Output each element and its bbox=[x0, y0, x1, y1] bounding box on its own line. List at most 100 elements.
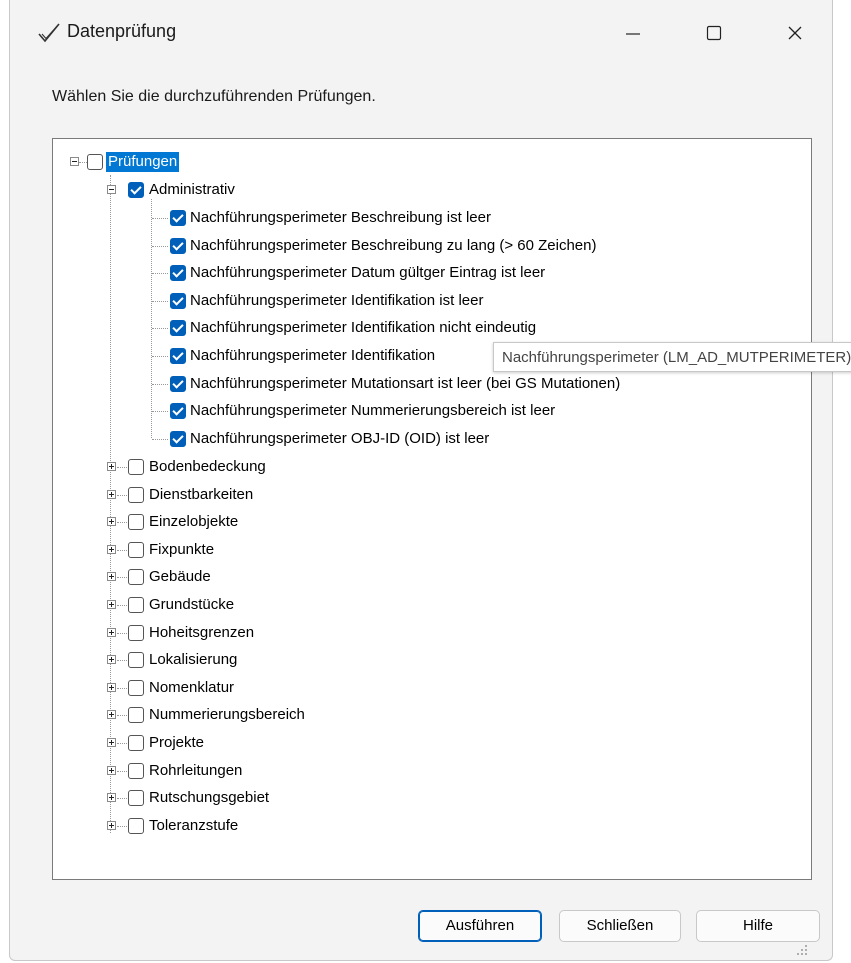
expand-icon[interactable] bbox=[107, 572, 116, 582]
tree-node-label[interactable]: Lokalisierung bbox=[147, 650, 239, 670]
tree-node-category[interactable]: Rutschungsgebiet bbox=[53, 785, 453, 811]
checkbox-category[interactable] bbox=[128, 735, 144, 751]
tree-node-label[interactable]: Rutschungsgebiet bbox=[147, 788, 271, 808]
tree-node-administrativ[interactable]: Administrativ bbox=[53, 177, 353, 203]
checkbox-category[interactable] bbox=[128, 762, 144, 779]
checkbox-check[interactable] bbox=[170, 237, 186, 254]
checkbox-check[interactable] bbox=[170, 265, 186, 282]
tree-leaf-check[interactable]: Nachführungsperimeter Beschreibung zu la… bbox=[53, 233, 753, 259]
tree-leaf-label[interactable]: Nachführungsperimeter OBJ-ID (OID) ist l… bbox=[188, 429, 491, 449]
tree-node-category[interactable]: Gebäude bbox=[53, 564, 453, 590]
maximize-button[interactable] bbox=[691, 14, 737, 52]
checkbox-check[interactable] bbox=[170, 210, 186, 226]
checkbox-category[interactable] bbox=[128, 817, 144, 834]
tree-leaf-label[interactable]: Nachführungsperimeter Datum gültger Eint… bbox=[188, 263, 547, 283]
expand-icon[interactable] bbox=[107, 544, 116, 554]
tree-leaf-check[interactable]: Nachführungsperimeter OBJ-ID (OID) ist l… bbox=[53, 426, 753, 452]
tree-leaf-label[interactable]: Nachführungsperimeter Nummerierungsberei… bbox=[188, 401, 557, 421]
checkbox-check[interactable] bbox=[170, 292, 186, 309]
title-bar[interactable]: Datenprüfung bbox=[10, 0, 832, 64]
close-dialog-button[interactable]: Schließen bbox=[559, 910, 681, 942]
checkbox-category[interactable] bbox=[128, 597, 144, 613]
tree-node-category[interactable]: Projekte bbox=[53, 730, 453, 756]
tree-node-category[interactable]: Grundstücke bbox=[53, 592, 453, 618]
tree-leaf-label[interactable]: Nachführungsperimeter Identifikation ist… bbox=[188, 291, 485, 311]
checkbox-category[interactable] bbox=[128, 790, 144, 807]
tree-leaf-check[interactable]: Nachführungsperimeter Identifikation ist… bbox=[53, 288, 753, 314]
tree-node-label[interactable]: Fixpunkte bbox=[147, 540, 216, 560]
tree-node-category[interactable]: Nummerierungsbereich bbox=[53, 702, 453, 728]
tree-node-label[interactable]: Bodenbedeckung bbox=[147, 457, 268, 477]
tree-leaf-check[interactable]: Nachführungsperimeter Beschreibung ist l… bbox=[53, 205, 753, 231]
tree-node-category[interactable]: Hoheitsgrenzen bbox=[53, 620, 453, 646]
tree-node-label[interactable]: Projekte bbox=[147, 733, 206, 753]
tree-node-category[interactable]: Rohrleitungen bbox=[53, 758, 453, 784]
expand-icon[interactable] bbox=[107, 517, 116, 527]
checkbox-check[interactable] bbox=[170, 430, 186, 447]
tree-node-label[interactable]: Hoheitsgrenzen bbox=[147, 623, 256, 643]
tree-node-category[interactable]: Nomenklatur bbox=[53, 675, 453, 701]
tree-node-label[interactable]: Nummerierungsbereich bbox=[147, 705, 307, 725]
checkbox-category[interactable] bbox=[128, 459, 144, 475]
expand-icon[interactable] bbox=[107, 627, 116, 637]
tree-node-label[interactable]: Dienstbarkeiten bbox=[147, 485, 255, 505]
tree-node-category[interactable]: Bodenbedeckung bbox=[53, 454, 453, 480]
tree-leaf-check[interactable]: Nachführungsperimeter Identifikation nic… bbox=[53, 315, 753, 341]
tree-leaf-label[interactable]: Nachführungsperimeter Mutationsart ist l… bbox=[188, 374, 622, 394]
checkbox-category[interactable] bbox=[128, 624, 144, 641]
run-button[interactable]: Ausführen bbox=[418, 910, 542, 942]
tree-node-label[interactable]: Grundstücke bbox=[147, 595, 236, 615]
checkbox-administrativ[interactable] bbox=[128, 182, 144, 198]
tree-node-category[interactable]: Dienstbarkeiten bbox=[53, 482, 453, 508]
tree-leaf-check[interactable]: Nachführungsperimeter Nummerierungsberei… bbox=[53, 398, 753, 424]
tree-leaf-check[interactable]: Nachführungsperimeter Mutationsart ist l… bbox=[53, 371, 753, 397]
collapse-icon[interactable] bbox=[70, 157, 79, 166]
tree-leaf-label[interactable]: Nachführungsperimeter Beschreibung zu la… bbox=[188, 236, 598, 256]
tree-node-category[interactable]: Fixpunkte bbox=[53, 537, 453, 563]
checkbox-check[interactable] bbox=[170, 348, 186, 364]
tree-node-category[interactable]: Einzelobjekte bbox=[53, 509, 453, 535]
tree-node-category[interactable]: Toleranzstufe bbox=[53, 813, 453, 839]
expand-icon[interactable] bbox=[107, 600, 116, 609]
checkbox-root[interactable] bbox=[87, 154, 103, 170]
checkbox-category[interactable] bbox=[128, 541, 144, 558]
tree-node-label[interactable]: Rohrleitungen bbox=[147, 761, 244, 781]
checks-tree[interactable]: Prüfungen Administrativ Nachführungsperi… bbox=[52, 138, 812, 880]
expand-icon[interactable] bbox=[107, 710, 116, 720]
checkbox-category[interactable] bbox=[128, 679, 144, 696]
minimize-button[interactable] bbox=[610, 14, 656, 52]
tree-node-label[interactable]: Nomenklatur bbox=[147, 678, 236, 698]
expand-icon[interactable] bbox=[107, 462, 116, 471]
tree-leaf-label[interactable]: Nachführungsperimeter Identifikation bbox=[188, 346, 437, 366]
expand-icon[interactable] bbox=[107, 655, 116, 665]
expand-icon[interactable] bbox=[107, 489, 116, 499]
tree-node-category[interactable]: Lokalisierung bbox=[53, 647, 453, 673]
close-button[interactable] bbox=[772, 14, 818, 52]
help-button[interactable]: Hilfe bbox=[696, 910, 820, 942]
tree-node-label[interactable]: Administrativ bbox=[147, 180, 237, 200]
expand-icon[interactable] bbox=[107, 765, 116, 775]
tree-leaf-check[interactable]: Nachführungsperimeter Datum gültger Eint… bbox=[53, 260, 753, 286]
expand-icon[interactable] bbox=[107, 738, 116, 747]
tree-node-label[interactable]: Toleranzstufe bbox=[147, 816, 240, 836]
checkbox-check[interactable] bbox=[170, 320, 186, 337]
checkbox-category[interactable] bbox=[128, 707, 144, 724]
tree-node-label[interactable]: Prüfungen bbox=[106, 152, 180, 172]
checkbox-check[interactable] bbox=[170, 403, 186, 420]
expand-icon[interactable] bbox=[107, 682, 116, 692]
checkbox-check[interactable] bbox=[170, 375, 186, 392]
tree-node-root[interactable]: Prüfungen bbox=[53, 149, 353, 175]
tree-line bbox=[152, 356, 168, 357]
checkbox-category[interactable] bbox=[128, 652, 144, 669]
tree-node-label[interactable]: Gebäude bbox=[147, 567, 213, 587]
tree-leaf-label[interactable]: Nachführungsperimeter Identifikation nic… bbox=[188, 318, 538, 338]
checkbox-category[interactable] bbox=[128, 569, 144, 586]
expand-icon[interactable] bbox=[107, 820, 116, 830]
checkbox-category[interactable] bbox=[128, 514, 144, 531]
collapse-icon[interactable] bbox=[107, 185, 116, 194]
tree-node-label[interactable]: Einzelobjekte bbox=[147, 512, 240, 532]
resize-grip-icon[interactable] bbox=[796, 944, 808, 956]
checkbox-category[interactable] bbox=[128, 486, 144, 503]
expand-icon[interactable] bbox=[107, 793, 116, 803]
tree-leaf-label[interactable]: Nachführungsperimeter Beschreibung ist l… bbox=[188, 208, 493, 228]
